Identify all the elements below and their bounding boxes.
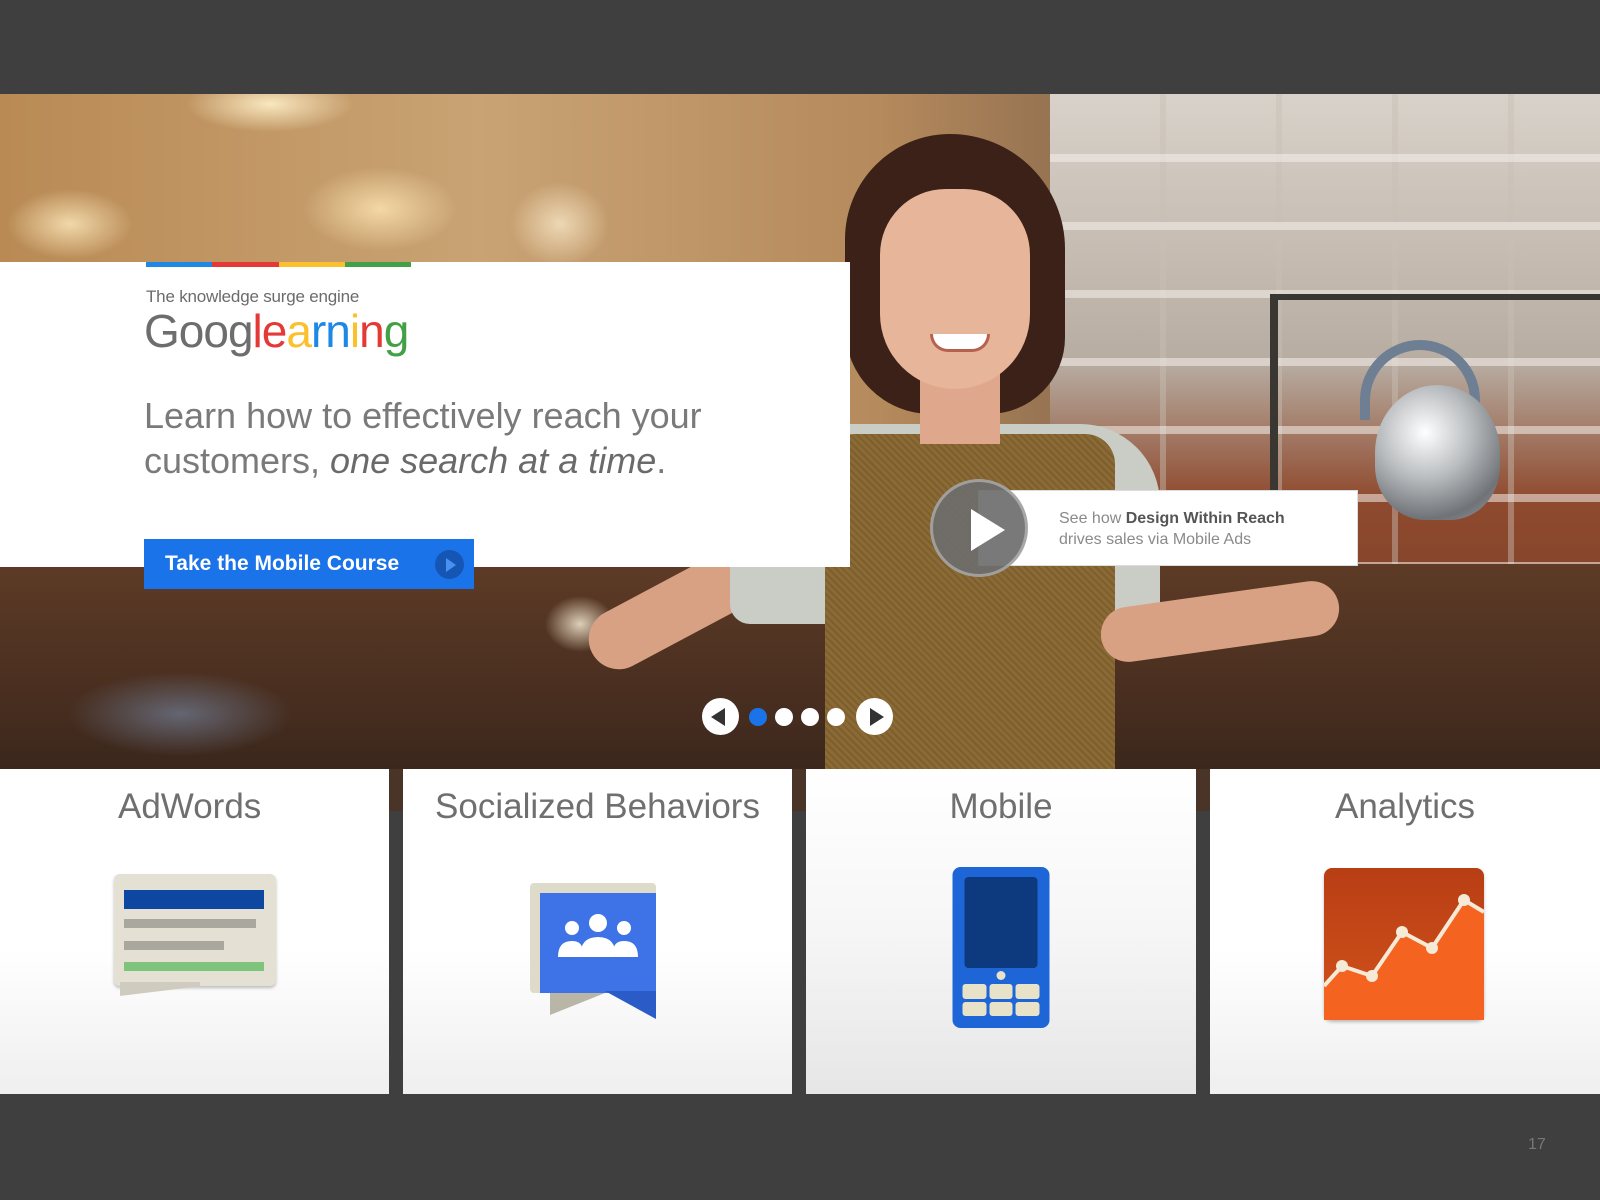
brand-color-bar: [146, 262, 411, 267]
brand-logo: Googlearning: [144, 304, 410, 358]
video-description: drives sales via Mobile Ads: [1059, 531, 1252, 548]
logo-letter: e: [261, 305, 288, 357]
logo-letter: l: [252, 305, 263, 357]
carousel-prev-icon[interactable]: [702, 698, 739, 735]
google-groups-icon: [530, 883, 656, 1019]
logo-letter: n: [325, 305, 351, 357]
logo-letter: g: [383, 305, 410, 357]
carousel-next-icon[interactable]: [856, 698, 893, 735]
video-callout[interactable]: See how Design Within Reach drives sales…: [978, 490, 1358, 566]
carousel-dot[interactable]: [801, 708, 819, 726]
color-bar-segment: [146, 262, 213, 267]
mobile-phone-icon: [952, 867, 1050, 1028]
take-mobile-course-button[interactable]: Take the Mobile Course: [144, 539, 474, 589]
logo-letter: r: [310, 305, 326, 357]
category-title: Analytics: [1334, 787, 1476, 826]
carousel-dot[interactable]: [749, 708, 767, 726]
category-tile-socialized-behaviors[interactable]: Socialized Behaviors: [403, 769, 792, 1094]
category-title: Mobile: [949, 787, 1053, 826]
kettle-icon: [1375, 385, 1500, 520]
color-bar-segment: [344, 262, 411, 267]
arrow-right-icon: [435, 550, 464, 579]
cta-label: Take the Mobile Course: [165, 552, 400, 575]
logo-letter: n: [359, 305, 385, 357]
category-title: Socialized Behaviors: [435, 787, 760, 826]
video-company-name: Design Within Reach: [1125, 510, 1285, 527]
headline-emphasis: one search at a time: [330, 440, 657, 481]
category-tiles: AdWords Socialized Behaviors Mobile Anal…: [0, 769, 1600, 1094]
carousel-dot[interactable]: [827, 708, 845, 726]
play-video-icon[interactable]: [930, 479, 1028, 577]
logo-letter: i: [349, 305, 360, 357]
hero-headline: Learn how to effectively reach your cust…: [144, 395, 702, 481]
logo-letter: Goog: [144, 305, 254, 357]
category-tile-mobile[interactable]: Mobile: [806, 769, 1196, 1094]
category-title: AdWords: [118, 787, 262, 826]
carousel-dot[interactable]: [775, 708, 793, 726]
category-tile-analytics[interactable]: Analytics: [1210, 769, 1600, 1094]
carousel-dots: [749, 708, 845, 726]
category-tile-adwords[interactable]: AdWords: [0, 769, 389, 1094]
adwords-icon: [114, 874, 276, 996]
slide: The knowledge surge engine Googlearning …: [0, 0, 1600, 1200]
logo-letter: a: [286, 305, 312, 357]
color-bar-segment: [278, 262, 345, 267]
color-bar-segment: [212, 262, 279, 267]
page-number: 17: [1528, 1136, 1546, 1153]
analytics-chart-icon: [1324, 868, 1484, 1020]
